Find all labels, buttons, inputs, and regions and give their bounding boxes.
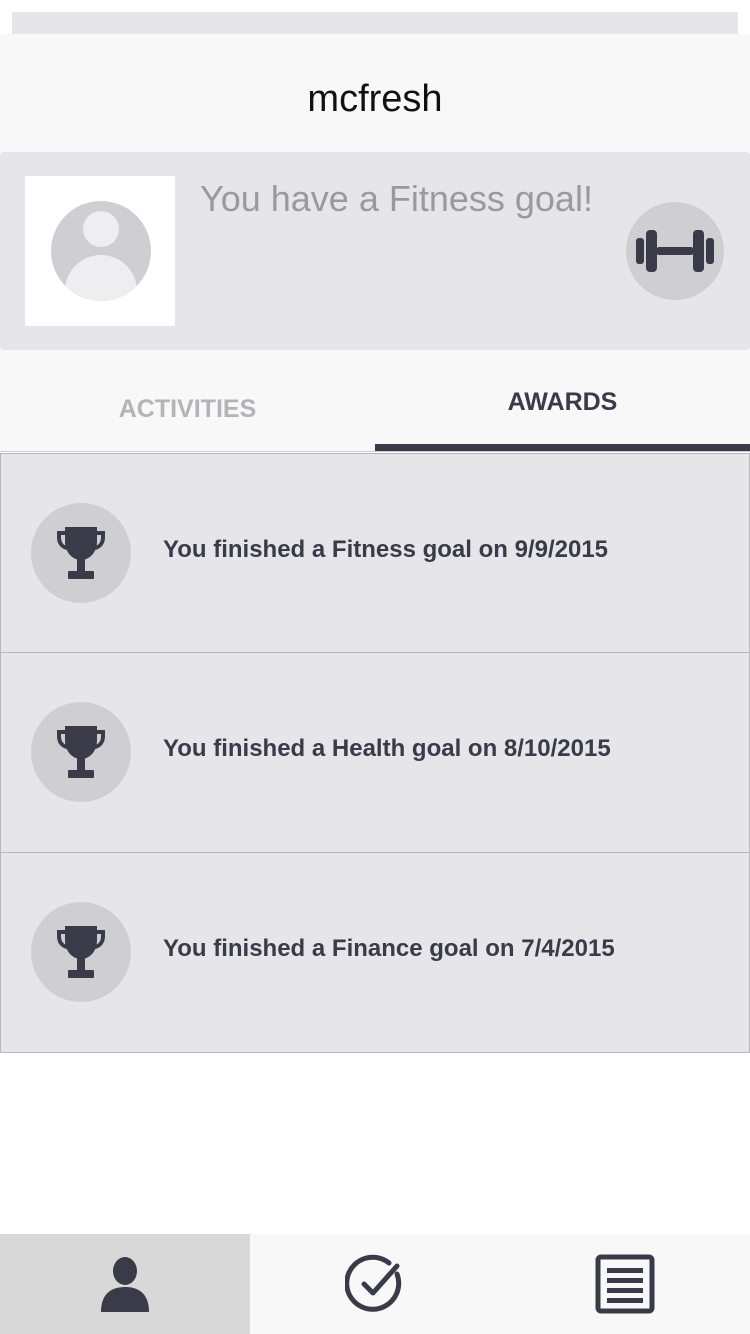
- avatar-placeholder-icon: [51, 201, 151, 301]
- dumbbell-icon: [636, 230, 714, 272]
- trophy-icon: [57, 726, 105, 778]
- award-text: You finished a Fitness goal on 9/9/2015: [163, 536, 609, 563]
- status-bar: [12, 12, 738, 34]
- bottom-tab-bar: [0, 1234, 750, 1334]
- header: mcfresh: [0, 34, 750, 152]
- goal-message: You have a Fitness goal!: [200, 178, 593, 219]
- trophy-icon: [57, 926, 105, 978]
- trophy-badge: [31, 503, 131, 603]
- profile-card: You have a Fitness goal!: [0, 152, 750, 350]
- trophy-badge: [31, 902, 131, 1002]
- list-icon: [595, 1254, 655, 1314]
- tab-awards[interactable]: AWARDS: [375, 350, 750, 452]
- list-item[interactable]: You finished a Finance goal on 7/4/2015: [0, 853, 750, 1053]
- person-icon: [101, 1257, 149, 1312]
- award-text: You finished a Finance goal on 7/4/2015: [163, 935, 615, 962]
- tabs: ACTIVITIES AWARDS: [0, 350, 750, 452]
- list-item[interactable]: You finished a Fitness goal on 9/9/2015: [0, 453, 750, 653]
- page-title: mcfresh: [307, 78, 443, 120]
- checkmark-circle-icon: [345, 1254, 402, 1312]
- tab-bar-goals[interactable]: [250, 1234, 500, 1334]
- avatar[interactable]: [25, 176, 175, 326]
- goal-icon-button[interactable]: [626, 202, 724, 300]
- selected-tab-indicator: [375, 444, 750, 451]
- tab-bar-list[interactable]: [500, 1234, 750, 1334]
- award-text: You finished a Health goal on 8/10/2015: [163, 735, 611, 762]
- trophy-badge: [31, 702, 131, 802]
- award-list: You finished a Fitness goal on 9/9/2015 …: [0, 453, 750, 1053]
- tab-bar-profile[interactable]: [0, 1234, 250, 1334]
- tab-activities[interactable]: ACTIVITIES: [0, 350, 375, 452]
- list-item[interactable]: You finished a Health goal on 8/10/2015: [0, 653, 750, 853]
- trophy-icon: [57, 527, 105, 579]
